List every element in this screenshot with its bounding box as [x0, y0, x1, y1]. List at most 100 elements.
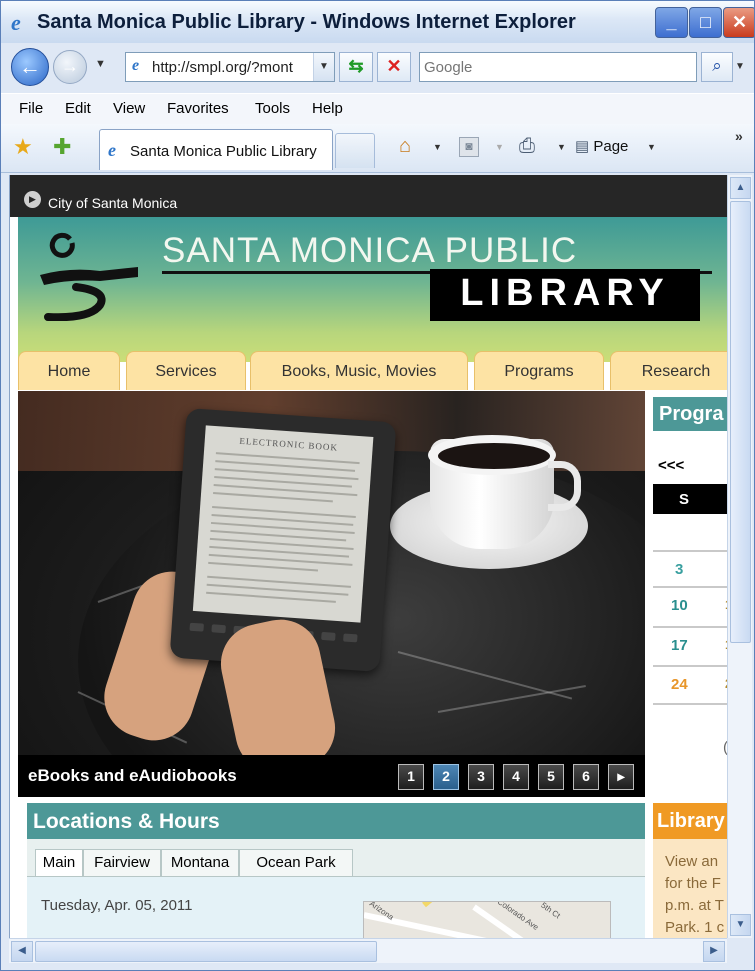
site-title-bottom: LIBRARY [460, 272, 670, 314]
menu-file[interactable]: File [19, 100, 43, 117]
feeds-dropdown[interactable]: ▼ [495, 142, 504, 152]
address-bar[interactable]: e ▼ [125, 52, 335, 82]
tab-label: Santa Monica Public Library [130, 143, 317, 160]
site-title-top: SANTA MONICA PUBLIC [162, 231, 578, 270]
address-row: ← → ▼ e ▼ ⇆ ✕ ⌕ ▼ [1, 45, 754, 89]
address-dropdown[interactable]: ▼ [313, 53, 334, 81]
hero-caption-bar: eBooks and eAudiobooks 1 2 3 4 5 6 ▸ [18, 755, 645, 797]
favorites-center-icon[interactable]: ★ [13, 134, 33, 160]
stop-button[interactable]: ✕ [377, 52, 411, 82]
day-header-sunday: S [679, 491, 690, 508]
more-commands[interactable]: » [735, 128, 743, 144]
tab-montana[interactable]: Montana [161, 849, 239, 877]
tab-ocean-park[interactable]: Ocean Park [239, 849, 353, 877]
nav-home[interactable]: Home [18, 351, 120, 390]
search-input[interactable] [424, 57, 684, 77]
menu-favorites[interactable]: Favorites [167, 100, 229, 117]
home-dropdown[interactable]: ▼ [433, 142, 442, 152]
page-dropdown[interactable]: ▼ [647, 142, 656, 152]
calendar-date[interactable]: 3 [675, 561, 683, 578]
slide-button-1[interactable]: 1 [398, 764, 424, 790]
library-logo[interactable] [30, 231, 140, 321]
slide-button-3[interactable]: 3 [468, 764, 494, 790]
refresh-button[interactable]: ⇆ [339, 52, 373, 82]
menu-view[interactable]: View [113, 100, 145, 117]
browser-window: e Santa Monica Public Library - Windows … [0, 0, 755, 971]
vertical-scroll-thumb[interactable] [730, 201, 751, 643]
hero-slideshow[interactable]: ELECTRONIC BOOK [18, 391, 645, 797]
menu-bar: File Edit View Favorites Tools Help [1, 93, 754, 125]
hero-caption[interactable]: eBooks and eAudiobooks [28, 766, 237, 786]
scroll-up-button[interactable]: ▲ [730, 177, 751, 199]
reader-key [343, 633, 358, 643]
play-icon[interactable]: ▶ [24, 191, 41, 208]
scroll-right-button[interactable]: ▶ [703, 941, 725, 962]
vertical-scrollbar[interactable]: ▲ ▼ [727, 175, 752, 938]
map-label: 5th Ct [539, 901, 562, 921]
add-favorites-icon[interactable]: ✚ [53, 134, 71, 160]
slide-button-6[interactable]: 6 [573, 764, 599, 790]
location-map[interactable]: Colorado Ave 5th Ct Arizona [363, 901, 611, 938]
page-menu[interactable]: ▤ Page [575, 137, 628, 155]
print-dropdown[interactable]: ▼ [557, 142, 566, 152]
scrollbar-corner [727, 938, 754, 962]
back-arrow-icon: ← [19, 54, 41, 79]
calendar-date[interactable]: 10 [671, 597, 688, 614]
calendar-date[interactable]: 17 [671, 637, 688, 654]
internet-explorer-icon: e [11, 10, 21, 35]
library-news-line: View an [665, 853, 719, 870]
library-news-heading: Library [657, 810, 725, 832]
minimize-button[interactable]: _ [655, 7, 688, 38]
coffee [438, 443, 550, 469]
back-button[interactable]: ← [11, 48, 49, 86]
nav-services[interactable]: Services [126, 351, 246, 390]
horizontal-scroll-thumb[interactable] [35, 941, 377, 962]
slide-button-2[interactable]: 2 [433, 764, 459, 790]
location-details: Tuesday, Apr. 05, 2011 Colorado Ave 5th … [27, 876, 645, 938]
close-button[interactable]: ✕ [723, 7, 754, 38]
url-input[interactable] [152, 57, 312, 77]
slide-next-button[interactable]: ▸ [608, 764, 634, 790]
calendar-prev-button[interactable]: <<< [658, 457, 684, 474]
slide-button-5[interactable]: 5 [538, 764, 564, 790]
calendar-week-row: ( [653, 703, 727, 756]
menu-help[interactable]: Help [312, 100, 343, 117]
page-menu-label: Page [593, 138, 629, 155]
horizontal-scrollbar[interactable]: ◀ ▶ [9, 938, 727, 963]
scroll-left-button[interactable]: ◀ [11, 941, 33, 962]
cup-handle [548, 461, 581, 511]
tab-santa-monica-public-library[interactable]: e Santa Monica Public Library [99, 129, 333, 170]
scroll-down-button[interactable]: ▼ [730, 914, 751, 936]
page-viewport: ▶ City of Santa Monica SANTA MONICA PUBL… [9, 175, 727, 938]
window-title: Santa Monica Public Library - Windows In… [37, 11, 576, 33]
calendar-date[interactable]: 24 [671, 676, 688, 693]
nav-books-music-movies[interactable]: Books, Music, Movies [250, 351, 468, 390]
library-news-line: for the F [665, 875, 721, 892]
print-icon[interactable]: ⎙ [519, 135, 535, 158]
main-nav: Home Services Books, Music, Movies Progr… [18, 351, 727, 391]
tab-main[interactable]: Main [35, 849, 83, 878]
search-options-dropdown[interactable]: ▼ [735, 61, 745, 72]
search-box[interactable] [419, 52, 697, 82]
home-icon[interactable]: ⌂ [399, 135, 411, 158]
nav-programs[interactable]: Programs [474, 351, 604, 390]
reader-key [211, 624, 226, 634]
menu-tools[interactable]: Tools [255, 100, 290, 117]
locations-heading-bar: Locations & Hours [27, 803, 645, 839]
recent-pages-dropdown[interactable]: ▼ [95, 58, 106, 70]
maximize-button[interactable]: □ [689, 7, 722, 38]
tab-fairview[interactable]: Fairview [83, 849, 161, 877]
search-icon: ⌕ [712, 56, 722, 75]
title-bar: e Santa Monica Public Library - Windows … [1, 1, 754, 43]
library-news-heading-bar: Library [653, 803, 727, 839]
nav-research[interactable]: Research [610, 351, 727, 390]
feeds-icon[interactable]: ◙ [459, 137, 479, 157]
new-tab-button[interactable] [335, 133, 375, 168]
slide-button-4[interactable]: 4 [503, 764, 529, 790]
menu-edit[interactable]: Edit [65, 100, 91, 117]
city-bar: ▶ City of Santa Monica [10, 175, 727, 217]
forward-button[interactable]: → [53, 50, 87, 84]
search-button[interactable]: ⌕ [701, 52, 733, 82]
city-link[interactable]: City of Santa Monica [48, 195, 177, 211]
reader-key [321, 631, 336, 641]
